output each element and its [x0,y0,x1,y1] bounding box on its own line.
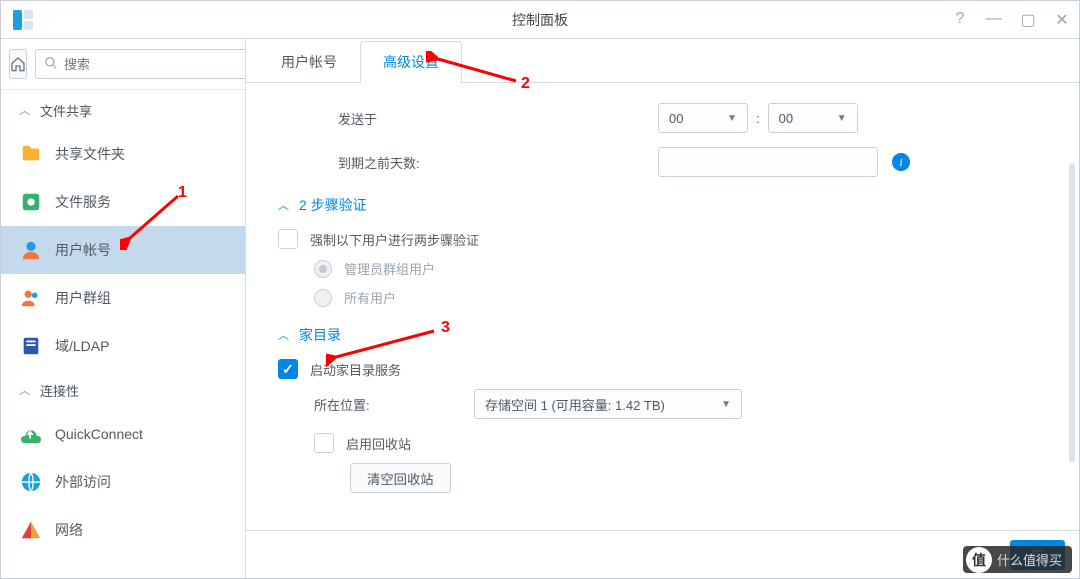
row-send-at: 发送于 00▼ : 00▼ [278,103,1047,133]
user-icon [19,238,43,262]
sidebar-group-fileshare[interactable]: ︿ 文件共享 [1,90,245,130]
window-title: 控制面板 [512,10,568,30]
row-days-before: 到期之前天数: i [278,147,1047,177]
maximize-icon[interactable]: ▢ [1019,10,1037,30]
window-controls: ? — ▢ ✕ [951,10,1071,30]
label-location: 所在位置: [314,395,474,414]
sidebar-item-quickconnect[interactable]: QuickConnect [1,410,245,458]
watermark-badge: 值 [966,547,992,573]
label-all-users: 所有用户 [344,288,396,307]
caret-down-icon: ▼ [715,113,737,124]
content: 用户帐号 高级设置 发送于 00▼ : 00▼ 到期之前天数: [246,39,1079,578]
watermark-text: 什么值得买 [997,553,1062,568]
sidebar-group-connectivity[interactable]: ︿ 连接性 [1,370,245,410]
section-home[interactable]: ︿ 家目录 [278,325,1047,345]
sidebar-top [1,39,245,90]
sidebar-item-label: 域/LDAP [55,336,109,356]
settings-panel: 发送于 00▼ : 00▼ 到期之前天数: i ︿ 2 [246,83,1079,530]
select-minute[interactable]: 00▼ [768,103,858,133]
watermark: 值 什么值得买 [963,546,1072,573]
chevron-up-icon: ︿ [19,382,30,398]
section-title: 2 步骤验证 [299,195,367,215]
minimize-icon[interactable]: — [985,10,1003,30]
app-icon [9,6,37,34]
label-send-at: 发送于 [338,109,658,128]
close-icon[interactable]: ✕ [1053,10,1071,30]
sidebar-item-label: 文件服务 [55,192,111,212]
control-panel-window: 控制面板 ? — ▢ ✕ ︿ 文件共享 [0,0,1080,579]
group-icon [19,286,43,310]
search-box[interactable] [35,49,246,79]
titlebar: 控制面板 ? — ▢ ✕ [1,1,1079,39]
external-access-icon [19,470,43,494]
caret-down-icon: ▼ [709,399,731,410]
sidebar-item-label: QuickConnect [55,426,143,442]
time-separator: : [756,111,760,126]
checkbox-enforce-2fa[interactable] [278,229,298,249]
radio-admin-users[interactable] [314,260,332,278]
help-icon[interactable]: ? [951,10,969,30]
sidebar-item-external[interactable]: 外部访问 [1,458,245,506]
row-location: 所在位置: 存储空间 1 (可用容量: 1.42 TB)▼ [278,389,1047,419]
row-radio-admin: 管理员群组用户 [314,259,1047,278]
row-enable-home: 启动家目录服务 [278,359,1047,379]
sidebar-item-label: 用户帐号 [55,240,111,260]
select-hour[interactable]: 00▼ [658,103,748,133]
home-button[interactable] [9,49,27,79]
sidebar-item-label: 共享文件夹 [55,144,125,164]
scrollbar[interactable] [1069,163,1075,463]
sidebar-item-group[interactable]: 用户群组 [1,274,245,322]
label-recycle: 启用回收站 [346,434,411,453]
file-service-icon [19,190,43,214]
sidebar-item-label: 用户群组 [55,288,111,308]
quickconnect-icon [19,422,43,446]
radio-all-users[interactable] [314,289,332,307]
row-radio-all: 所有用户 [314,288,1047,307]
sidebar-item-label: 外部访问 [55,472,111,492]
footer: 应 [246,530,1079,578]
tabs: 用户帐号 高级设置 [246,39,1079,83]
chevron-up-icon: ︿ [278,197,289,213]
info-icon[interactable]: i [892,153,910,171]
sidebar-item-shared-folder[interactable]: 共享文件夹 [1,130,245,178]
chevron-up-icon: ︿ [19,102,30,118]
checkbox-recycle[interactable] [314,433,334,453]
network-icon [19,518,43,542]
sidebar-item-user[interactable]: 用户帐号 [1,226,245,274]
sidebar-item-file-service[interactable]: 文件服务 [1,178,245,226]
search-input[interactable] [64,57,240,72]
body: ︿ 文件共享 共享文件夹 文件服务 用户帐号 用户群组 域/LD [1,39,1079,578]
label-days-before: 到期之前天数: [338,153,658,172]
tab-advanced[interactable]: 高级设置 [360,41,462,83]
select-volume[interactable]: 存储空间 1 (可用容量: 1.42 TB)▼ [474,389,742,419]
caret-down-icon: ▼ [825,113,847,124]
ldap-icon [19,334,43,358]
section-2fa[interactable]: ︿ 2 步骤验证 [278,195,1047,215]
row-recycle: 启用回收站 [278,433,1047,453]
label-enable-home: 启动家目录服务 [310,360,401,379]
section-title: 家目录 [299,325,341,345]
folder-shared-icon [19,142,43,166]
sidebar: ︿ 文件共享 共享文件夹 文件服务 用户帐号 用户群组 域/LD [1,39,246,578]
chevron-up-icon: ︿ [278,327,289,343]
group-label: 文件共享 [40,101,92,120]
sidebar-item-network[interactable]: 网络 [1,506,245,554]
group-label: 连接性 [40,381,79,400]
label-admin-users: 管理员群组用户 [344,259,435,278]
search-icon [44,56,58,73]
row-enforce-2fa: 强制以下用户进行两步骤验证 [278,229,1047,249]
row-clear-recycle: 清空回收站 [278,463,1047,493]
checkbox-enable-home[interactable] [278,359,298,379]
input-days-before[interactable] [658,147,878,177]
clear-recycle-button[interactable]: 清空回收站 [350,463,451,493]
tab-user-account[interactable]: 用户帐号 [258,41,360,83]
sidebar-item-ldap[interactable]: 域/LDAP [1,322,245,370]
label-enforce-2fa: 强制以下用户进行两步骤验证 [310,230,479,249]
sidebar-item-label: 网络 [55,520,83,540]
